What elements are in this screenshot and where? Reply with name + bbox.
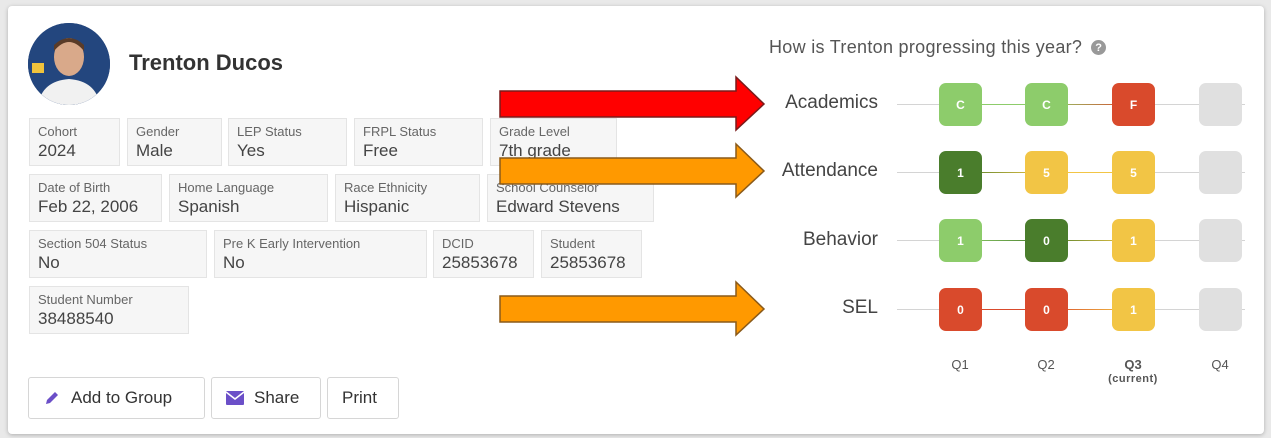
quarter-name: Q3 — [1124, 357, 1142, 372]
field-label: Grade Level — [499, 124, 570, 139]
field-value: No — [223, 253, 245, 272]
field-label: Student — [550, 236, 595, 251]
field-value: 38488540 — [38, 309, 114, 328]
field-student-number: Student Number 38488540 — [29, 286, 189, 334]
field-value: No — [38, 253, 60, 272]
student-photo-icon — [28, 23, 110, 105]
add-to-group-label: Add to Group — [71, 388, 173, 407]
pencil-icon — [43, 389, 61, 407]
progress-badge[interactable]: C — [1025, 83, 1068, 126]
field-section-504: Section 504 Status No — [29, 230, 207, 278]
field-date-of-birth: Date of Birth Feb 22, 2006 — [29, 174, 162, 222]
field-label: School Counselor — [496, 180, 599, 195]
field-label: Date of Birth — [38, 180, 111, 195]
progress-badge[interactable]: 5 — [1112, 151, 1155, 194]
field-value: Yes — [237, 141, 265, 160]
field-label: Section 504 Status — [38, 236, 148, 251]
progress-badge[interactable]: 1 — [1112, 288, 1155, 331]
progress-badge[interactable] — [1199, 219, 1242, 262]
field-student: Student 25853678 — [541, 230, 642, 278]
progress-badge[interactable] — [1199, 83, 1242, 126]
progress-badge[interactable]: 0 — [939, 288, 982, 331]
field-value: Free — [363, 141, 398, 160]
field-race-ethnicity: Race Ethnicity Hispanic — [335, 174, 480, 222]
field-cohort: Cohort 2024 — [29, 118, 120, 166]
print-button[interactable]: Print — [327, 377, 399, 419]
quarter-label-q4: Q4 — [1180, 358, 1260, 372]
row-label-attendance: Attendance — [781, 160, 878, 181]
progress-badge[interactable]: C — [939, 83, 982, 126]
progress-question: How is Trenton progressing this year? ? — [769, 37, 1107, 58]
progress-badge[interactable]: 0 — [1025, 288, 1068, 331]
field-value: Feb 22, 2006 — [38, 197, 139, 216]
field-label: Cohort — [38, 124, 78, 139]
field-frpl-status: FRPL Status Free — [354, 118, 483, 166]
progress-badge[interactable]: 1 — [939, 151, 982, 194]
help-icon[interactable]: ? — [1091, 40, 1107, 55]
field-value: 7th grade — [499, 141, 571, 160]
field-home-language: Home Language Spanish — [169, 174, 328, 222]
field-gender: Gender Male — [127, 118, 222, 166]
progress-badge[interactable]: 5 — [1025, 151, 1068, 194]
envelope-icon — [226, 389, 244, 407]
quarter-name: Q1 — [951, 357, 969, 372]
row-label-academics: Academics — [785, 92, 878, 113]
quarter-name: Q4 — [1211, 357, 1229, 372]
field-value: Male — [136, 141, 173, 160]
progress-badge[interactable]: 1 — [939, 219, 982, 262]
field-value: Hispanic — [344, 197, 410, 216]
add-to-group-button[interactable]: Add to Group — [28, 377, 205, 419]
row-label-behavior: Behavior — [803, 229, 878, 250]
field-grade-level: Grade Level 7th grade — [490, 118, 617, 166]
quarter-label-q2: Q2 — [1006, 358, 1086, 372]
progress-badge[interactable]: 0 — [1025, 219, 1068, 262]
field-label: Pre K Early Intervention — [223, 236, 361, 251]
share-button[interactable]: Share — [211, 377, 321, 419]
field-value: Edward Stevens — [496, 197, 620, 216]
quarter-current-note: (current) — [1108, 373, 1158, 385]
field-label: Gender — [136, 124, 180, 139]
field-label: FRPL Status — [363, 124, 437, 139]
field-lep-status: LEP Status Yes — [228, 118, 347, 166]
quarter-label-q3: Q3 (current) — [1093, 358, 1173, 386]
field-label: DCID — [442, 236, 474, 251]
field-value: 25853678 — [550, 253, 626, 272]
field-school-counselor: School Counselor Edward Stevens — [487, 174, 654, 222]
row-label-sel: SEL — [842, 297, 878, 318]
field-value: 2024 — [38, 141, 76, 160]
avatar — [28, 23, 110, 105]
field-label: LEP Status — [237, 124, 302, 139]
field-prek-early-intervention: Pre K Early Intervention No — [214, 230, 427, 278]
print-label: Print — [342, 388, 377, 407]
field-value: 25853678 — [442, 253, 518, 272]
share-label: Share — [254, 388, 300, 407]
quarter-label-q1: Q1 — [920, 358, 1000, 372]
progress-badge[interactable]: F — [1112, 83, 1155, 126]
progress-badge[interactable] — [1199, 288, 1242, 331]
field-label: Student Number — [38, 292, 133, 307]
field-value: Spanish — [178, 197, 240, 216]
quarter-name: Q2 — [1037, 357, 1055, 372]
progress-question-text: How is Trenton progressing this year? — [769, 37, 1083, 57]
progress-badge[interactable] — [1199, 151, 1242, 194]
field-dcid: DCID 25853678 — [433, 230, 534, 278]
field-label: Race Ethnicity — [344, 180, 428, 195]
field-label: Home Language — [178, 180, 275, 195]
student-name: Trenton Ducos — [129, 50, 284, 75]
progress-badge[interactable]: 1 — [1112, 219, 1155, 262]
